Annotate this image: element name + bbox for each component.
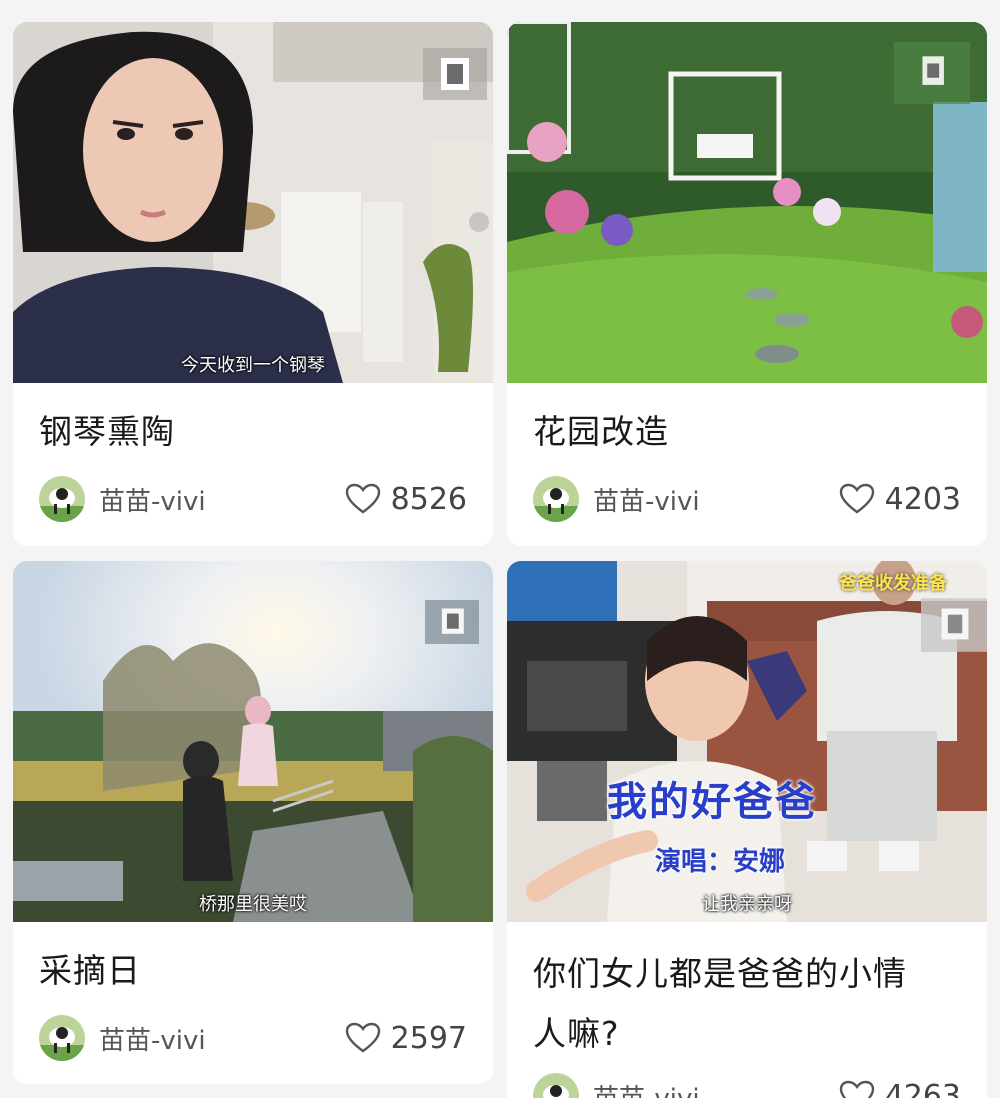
thumbnail-image (13, 561, 493, 922)
like-button[interactable]: 4203 (839, 482, 961, 517)
video-caption: 桥那里很美哎 (199, 894, 307, 915)
card-thumbnail[interactable]: 桥那里很美哎 (13, 561, 493, 922)
card-meta: 苗苗-vivi 8526 (39, 474, 467, 524)
author-avatar[interactable] (533, 1073, 579, 1098)
card-meta: 苗苗-vivi 2597 (39, 1013, 467, 1063)
like-button[interactable]: 4263 (839, 1079, 961, 1098)
like-button[interactable]: 8526 (345, 482, 467, 517)
video-caption: 让我亲亲呀 (702, 894, 792, 915)
video-overlay-title: 我的好爸爸 (607, 779, 817, 825)
like-button[interactable]: 2597 (345, 1021, 467, 1056)
author-name[interactable]: 苗苗-vivi (593, 1078, 839, 1098)
author-name[interactable]: 苗苗-vivi (99, 481, 345, 518)
like-count: 4203 (884, 481, 961, 517)
card-meta: 苗苗-vivi 4263 (533, 1071, 961, 1098)
card-title[interactable]: 你们女儿都是爸爸的小情 人嘛? (533, 944, 907, 1064)
author-avatar[interactable] (533, 476, 579, 522)
card-title-line-2: 人嘛? (533, 1014, 620, 1053)
card-thumbnail[interactable] (507, 22, 987, 383)
heart-outline-icon (839, 483, 874, 514)
card-title[interactable]: 钢琴熏陶 (39, 403, 175, 461)
video-badge-icon (423, 48, 487, 100)
video-badge-icon (921, 598, 987, 652)
feed-card-2[interactable]: 花园改造 苗苗-vivi 4203 (507, 22, 987, 546)
feed-card-3[interactable]: 桥那里很美哎 采摘日 苗苗-vivi 2597 (13, 561, 493, 1084)
author-name[interactable]: 苗苗-vivi (593, 481, 839, 518)
thumbnail-image (13, 22, 493, 383)
author-avatar[interactable] (39, 476, 85, 522)
feed-card-4[interactable]: 爸爸收发准备 我的好爸爸 演唱：安娜 让我亲亲呀 你们女儿都是爸爸的小情 人嘛?… (507, 561, 987, 1098)
video-overlay-subtitle: 演唱：安娜 (655, 847, 786, 877)
author-name[interactable]: 苗苗-vivi (99, 1020, 345, 1057)
like-count: 8526 (390, 481, 467, 517)
like-count: 4263 (884, 1078, 961, 1098)
video-caption: 今天收到一个钢琴 (181, 355, 325, 376)
like-count: 2597 (390, 1020, 467, 1056)
card-title[interactable]: 采摘日 (39, 942, 141, 1000)
author-avatar[interactable] (39, 1015, 85, 1061)
heart-outline-icon (345, 483, 380, 514)
card-thumbnail[interactable]: 今天收到一个钢琴 (13, 22, 493, 383)
video-badge-icon (425, 600, 479, 644)
card-thumbnail[interactable]: 爸爸收发准备 我的好爸爸 演唱：安娜 让我亲亲呀 (507, 561, 987, 922)
heart-outline-icon (345, 1022, 380, 1053)
heart-outline-icon (839, 1080, 874, 1098)
feed-card-1[interactable]: 今天收到一个钢琴 钢琴熏陶 苗苗-vivi 8526 (13, 22, 493, 546)
card-title-line-1: 你们女儿都是爸爸的小情 (533, 954, 907, 993)
video-badge-icon (893, 42, 971, 104)
card-title[interactable]: 花园改造 (533, 403, 669, 461)
card-meta: 苗苗-vivi 4203 (533, 474, 961, 524)
